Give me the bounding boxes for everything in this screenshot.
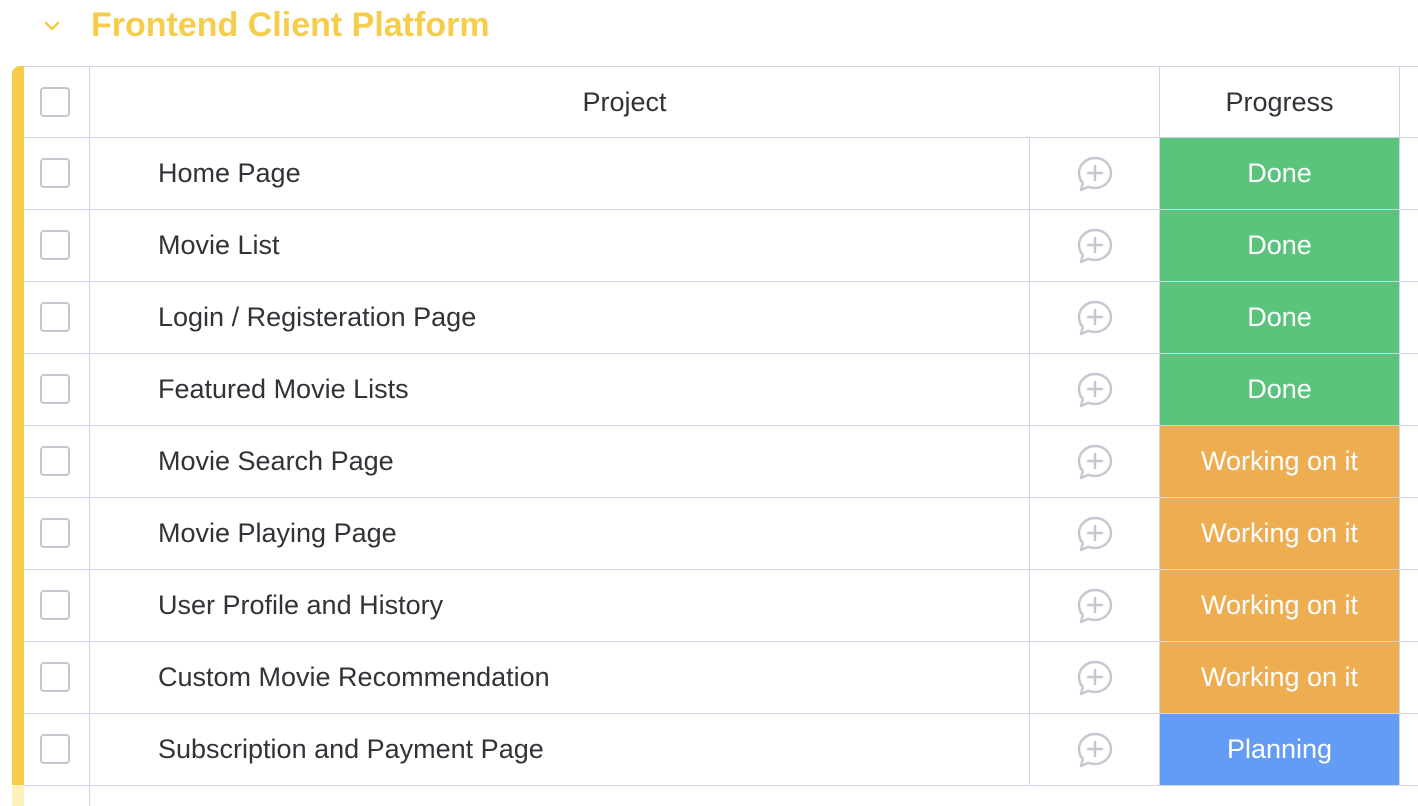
status-label[interactable]: Working on it — [1160, 498, 1400, 569]
table-row: Login / Registeration Page Done — [24, 282, 1418, 354]
project-name-cell[interactable]: Custom Movie Recommendation — [90, 642, 1030, 713]
row-checkbox-cell — [24, 714, 90, 785]
project-name: Featured Movie Lists — [158, 374, 409, 404]
add-update-icon[interactable] — [1075, 586, 1115, 626]
status-label[interactable]: Working on it — [1160, 426, 1400, 497]
project-name-cell[interactable]: Movie Playing Page — [90, 498, 1030, 569]
group-title[interactable]: Frontend Client Platform — [91, 5, 490, 45]
project-name-cell[interactable]: User Profile and History — [90, 570, 1030, 641]
row-checkbox-cell — [24, 426, 90, 497]
row-checkbox[interactable] — [40, 374, 70, 404]
project-name-cell[interactable]: Featured Movie Lists — [90, 354, 1030, 425]
row-checkbox[interactable] — [40, 446, 70, 476]
project-name: User Profile and History — [158, 590, 444, 620]
row-checkbox-cell — [24, 282, 90, 353]
project-name: Custom Movie Recommendation — [158, 662, 550, 692]
status-label[interactable]: Done — [1160, 354, 1400, 425]
table-footer — [24, 786, 1418, 806]
project-name: Subscription and Payment Page — [158, 734, 544, 764]
row-checkbox-cell — [24, 354, 90, 425]
table-row: Home Page Done — [24, 138, 1418, 210]
table-row: User Profile and History Working on it — [24, 570, 1418, 642]
add-update-icon[interactable] — [1075, 298, 1115, 338]
table-row: Movie List Done — [24, 210, 1418, 282]
table-row: Subscription and Payment Page Planning — [24, 714, 1418, 786]
add-update-icon[interactable] — [1075, 226, 1115, 266]
add-update-icon[interactable] — [1075, 154, 1115, 194]
chevron-down-icon[interactable] — [40, 14, 64, 38]
column-header-progress[interactable]: Progress — [1160, 67, 1400, 137]
project-name-cell[interactable]: Subscription and Payment Page — [90, 714, 1030, 785]
add-update-icon[interactable] — [1075, 730, 1115, 770]
table-header-row: Project Progress — [24, 66, 1418, 138]
table-row: Movie Search Page Working on it — [24, 426, 1418, 498]
status-label[interactable]: Planning — [1160, 714, 1400, 785]
row-checkbox-cell — [24, 138, 90, 209]
project-name-cell[interactable]: Login / Registeration Page — [90, 282, 1030, 353]
add-update-cell — [1030, 426, 1160, 497]
select-all-checkbox[interactable] — [40, 87, 70, 117]
add-update-cell — [1030, 210, 1160, 281]
row-checkbox[interactable] — [40, 590, 70, 620]
group-header: Frontend Client Platform — [0, 0, 1418, 56]
group-color-bar-fade — [12, 785, 24, 806]
row-checkbox[interactable] — [40, 158, 70, 188]
add-update-cell — [1030, 714, 1160, 785]
project-name-cell[interactable]: Movie List — [90, 210, 1030, 281]
status-label[interactable]: Working on it — [1160, 570, 1400, 641]
project-name: Movie Search Page — [158, 446, 394, 476]
status-label[interactable]: Done — [1160, 282, 1400, 353]
row-checkbox-cell — [24, 498, 90, 569]
project-name: Movie Playing Page — [158, 518, 397, 548]
status-label[interactable]: Working on it — [1160, 642, 1400, 713]
table-row: Custom Movie Recommendation Working on i… — [24, 642, 1418, 714]
row-checkbox-cell — [24, 642, 90, 713]
row-checkbox[interactable] — [40, 302, 70, 332]
footer-divider — [89, 786, 90, 806]
add-update-icon[interactable] — [1075, 658, 1115, 698]
project-name-cell[interactable]: Home Page — [90, 138, 1030, 209]
column-header-project[interactable]: Project — [90, 67, 1160, 137]
select-all-cell — [24, 67, 90, 137]
add-update-cell — [1030, 570, 1160, 641]
status-label[interactable]: Done — [1160, 138, 1400, 209]
row-checkbox-cell — [24, 210, 90, 281]
row-checkbox[interactable] — [40, 230, 70, 260]
add-update-cell — [1030, 642, 1160, 713]
row-checkbox[interactable] — [40, 662, 70, 692]
add-update-cell — [1030, 282, 1160, 353]
add-update-icon[interactable] — [1075, 370, 1115, 410]
group-color-bar — [12, 66, 24, 806]
project-name: Login / Registeration Page — [158, 302, 477, 332]
row-checkbox-cell — [24, 570, 90, 641]
project-name: Movie List — [158, 230, 280, 260]
add-update-icon[interactable] — [1075, 514, 1115, 554]
project-name: Home Page — [158, 158, 301, 188]
add-update-icon[interactable] — [1075, 442, 1115, 482]
status-label[interactable]: Done — [1160, 210, 1400, 281]
add-update-cell — [1030, 138, 1160, 209]
row-checkbox[interactable] — [40, 734, 70, 764]
row-checkbox[interactable] — [40, 518, 70, 548]
add-update-cell — [1030, 498, 1160, 569]
project-name-cell[interactable]: Movie Search Page — [90, 426, 1030, 497]
add-update-cell — [1030, 354, 1160, 425]
table-row: Featured Movie Lists Done — [24, 354, 1418, 426]
table-row: Movie Playing Page Working on it — [24, 498, 1418, 570]
